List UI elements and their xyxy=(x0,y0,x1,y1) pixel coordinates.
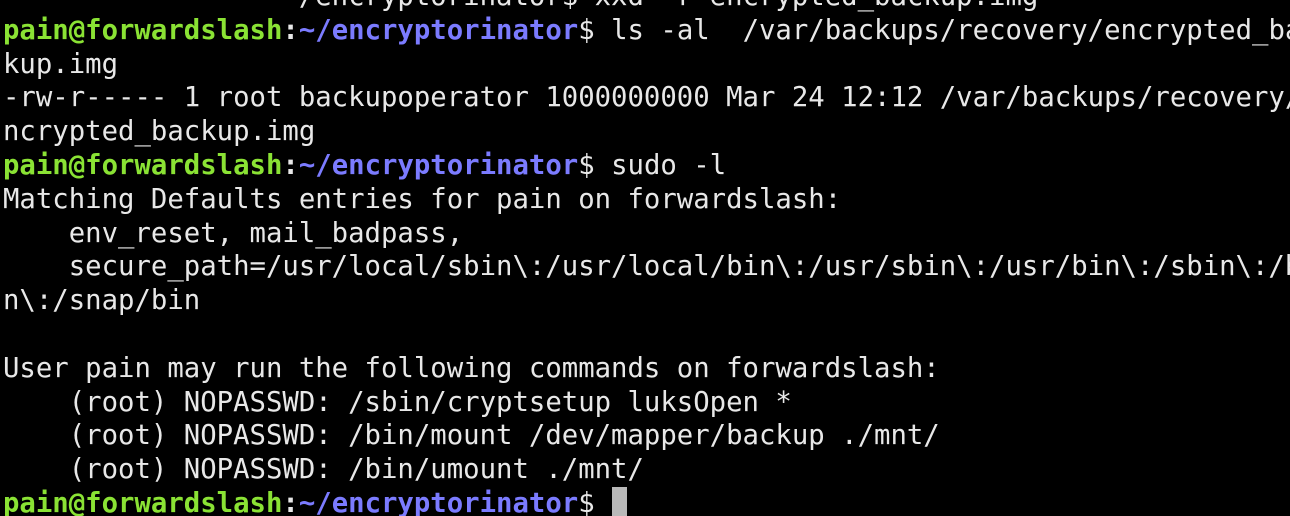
prompt-separator: : xyxy=(282,149,299,181)
clipped-text: ~/encryptorinator$ xxd -r encrypted_back… xyxy=(3,0,1038,12)
terminal-line: n\:/snap/bin xyxy=(3,284,1290,318)
ls-output-line: -rw-r----- 1 root backupoperator 1000000… xyxy=(3,82,1290,114)
commands-header: User pain may run the following commands… xyxy=(3,352,940,384)
prompt-path: ~/encryptorinator xyxy=(298,14,579,46)
terminal-line: User pain may run the following commands… xyxy=(3,352,1290,386)
prompt-symbol: $ xyxy=(578,487,612,516)
text-cursor[interactable] xyxy=(612,486,628,516)
terminal-line: (root) NOPASSWD: /sbin/cryptsetup luksOp… xyxy=(3,386,1290,420)
defaults-header: Matching Defaults entries for pain on fo… xyxy=(3,183,842,215)
prompt-user-host: pain@forwardslash xyxy=(3,149,283,181)
sudo-command-entry: (root) NOPASSWD: /bin/umount ./mnt/ xyxy=(3,454,644,486)
terminal-output: ~/encryptorinator$ xxd -r encrypted_back… xyxy=(3,0,1290,516)
command-ls: ls -al /var/backups/recovery/encrypted_b… xyxy=(611,14,1290,46)
prompt-separator: : xyxy=(282,487,299,516)
prompt-path: ~/encryptorinator xyxy=(298,487,579,516)
terminal-window[interactable]: ~/encryptorinator$ xxd -r encrypted_back… xyxy=(0,0,1290,516)
ls-output-line: ncrypted_backup.img xyxy=(3,116,316,148)
prompt-symbol: $ xyxy=(578,14,612,46)
prompt-symbol: $ xyxy=(578,149,612,181)
terminal-line-clipped: ~/encryptorinator$ xxd -r encrypted_back… xyxy=(3,0,1290,14)
prompt-user-host: pain@forwardslash xyxy=(3,14,283,46)
terminal-line: ncrypted_backup.img xyxy=(3,115,1290,149)
terminal-line-prompt: pain@forwardslash:~/encryptorinator$ ls … xyxy=(3,14,1290,48)
defaults-entry: env_reset, mail_badpass, xyxy=(3,217,464,249)
terminal-line: secure_path=/usr/local/sbin\:/usr/local/… xyxy=(3,250,1290,284)
prompt-path: ~/encryptorinator xyxy=(298,149,579,181)
sudo-command-entry: (root) NOPASSWD: /sbin/cryptsetup luksOp… xyxy=(3,386,792,418)
terminal-line: kup.img xyxy=(3,48,1290,82)
defaults-entry: secure_path=/usr/local/sbin\:/usr/local/… xyxy=(3,251,1290,283)
terminal-line: (root) NOPASSWD: /bin/mount /dev/mapper/… xyxy=(3,419,1290,453)
terminal-line-prompt: pain@forwardslash:~/encryptorinator$ sud… xyxy=(3,149,1290,183)
terminal-line: env_reset, mail_badpass, xyxy=(3,217,1290,251)
terminal-line: -rw-r----- 1 root backupoperator 1000000… xyxy=(3,81,1290,115)
command-ls-wrap: kup.img xyxy=(3,48,119,80)
terminal-line-prompt[interactable]: pain@forwardslash:~/encryptorinator$ xyxy=(3,486,1290,516)
terminal-line: (root) NOPASSWD: /bin/umount ./mnt/ xyxy=(3,453,1290,487)
command-sudo: sudo -l xyxy=(611,149,727,181)
terminal-line: Matching Defaults entries for pain on fo… xyxy=(3,183,1290,217)
defaults-entry: n\:/snap/bin xyxy=(3,285,201,317)
prompt-separator: : xyxy=(282,14,299,46)
prompt-user-host: pain@forwardslash xyxy=(3,487,283,516)
sudo-command-entry: (root) NOPASSWD: /bin/mount /dev/mapper/… xyxy=(3,420,940,452)
